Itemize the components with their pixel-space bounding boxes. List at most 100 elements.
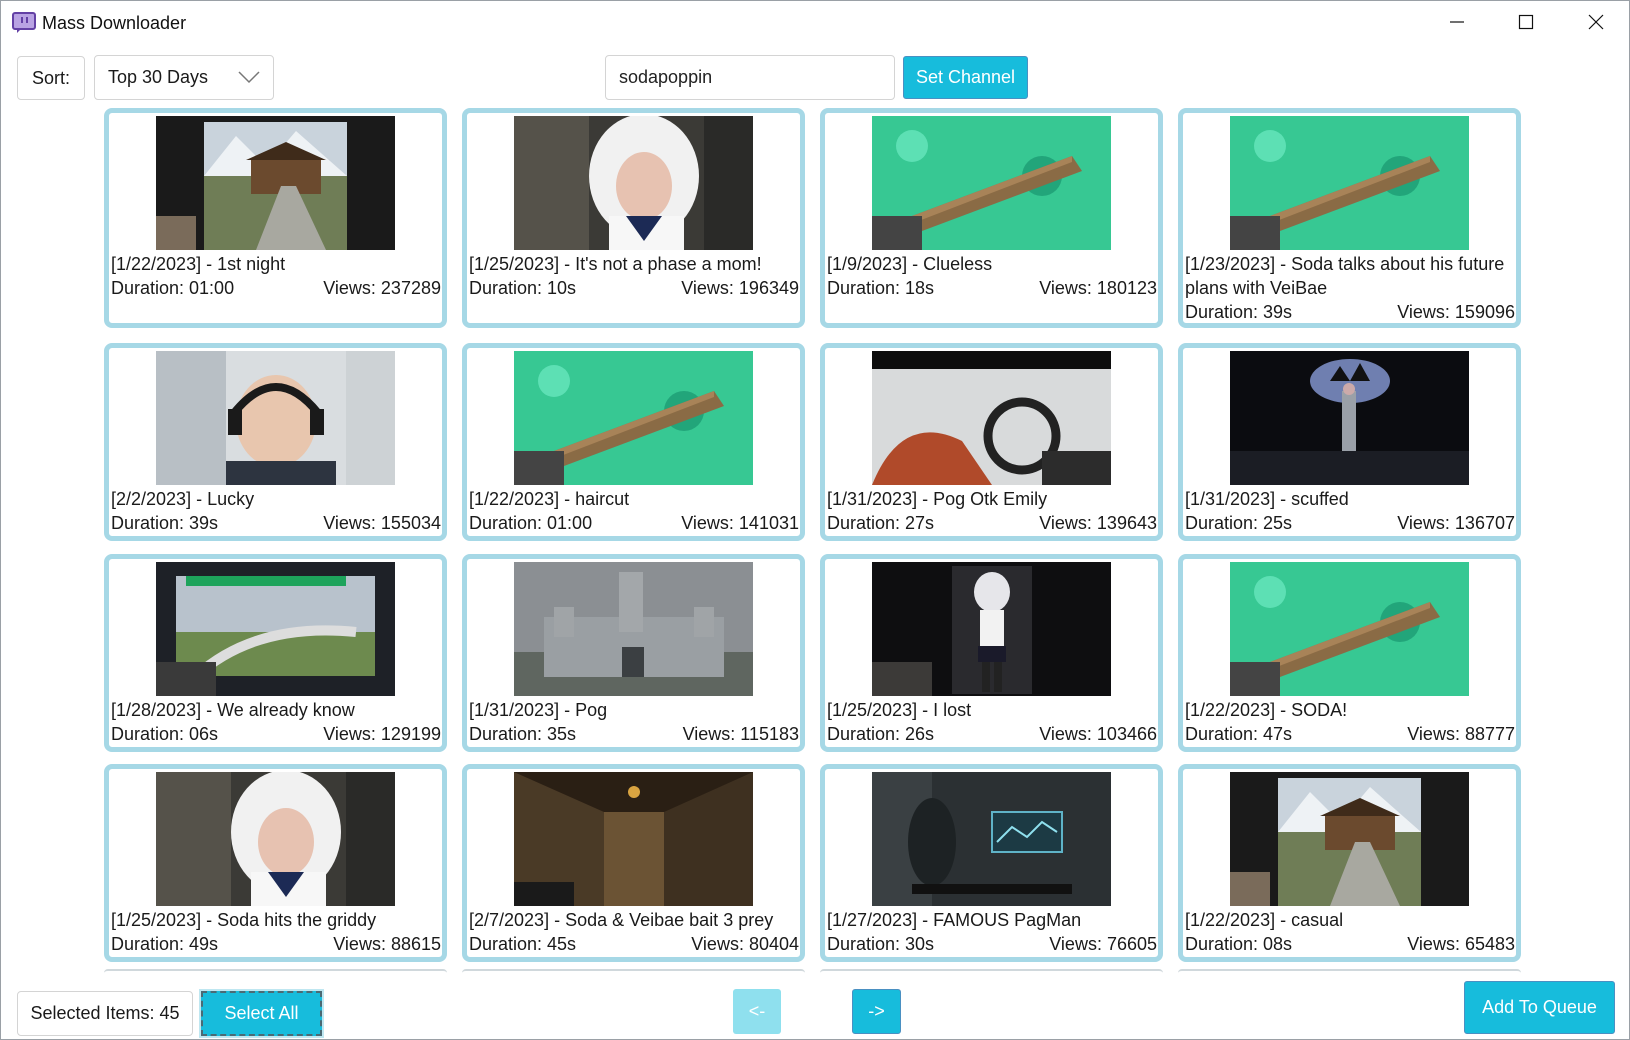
clip-views: Views: 129199 [323,724,441,744]
clip-thumbnail [1230,351,1469,485]
clip-card-partial [1178,969,1521,973]
clip-title: [2/7/2023] - Soda & Veibae bait 3 prey [469,910,774,930]
clip-thumbnail [514,116,753,250]
clip-duration: Duration: 06s [111,724,219,744]
clip-meta: Duration: 47s Views: 88777 [1185,722,1515,746]
clip-duration: Duration: 47s [1185,724,1293,744]
clip-duration: Duration: 26s [827,724,935,744]
clip-title: [1/9/2023] - Clueless [827,254,993,274]
clip-card[interactable]: [2/7/2023] - Soda & Veibae bait 3 prey Du… [462,764,805,962]
clip-card[interactable]: [1/28/2023] - We already know Duration: 0… [104,554,447,752]
clip-thumbnail [514,562,753,696]
clip-thumbnail [872,116,1111,250]
clip-card-partial [820,969,1163,973]
clip-card[interactable]: [1/31/2023] - scuffed Duration: 25s Views:… [1178,343,1521,541]
clip-title: [1/25/2023] - Soda hits the griddy [111,910,377,930]
clip-duration: Duration: 08s [1185,934,1293,954]
clip-views: Views: 88777 [1407,724,1515,744]
clip-duration: Duration: 10s [469,278,577,298]
clip-grid: [1/22/2023] - 1st night Duration: 01:00 Vi… [1,1,1630,1040]
clip-card[interactable]: [1/27/2023] - FAMOUS PagMan Duration: 30s… [820,764,1163,962]
clip-duration: Duration: 39s [1185,302,1293,322]
clip-card[interactable]: [1/25/2023] - It's not a phase a mom! Dur… [462,108,805,328]
clip-meta: Duration: 49s Views: 88615 [111,932,441,956]
clip-title: [1/31/2023] - scuffed [1185,489,1349,509]
clip-meta: Duration: 10s Views: 196349 [469,276,799,300]
add-to-queue-button[interactable]: Add To Queue [1464,981,1615,1034]
clip-card[interactable]: [1/22/2023] - 1st night Duration: 01:00 Vi… [104,108,447,328]
clip-thumbnail [872,562,1111,696]
clip-card[interactable]: [1/22/2023] - SODA! Duration: 47s Views: 8… [1178,554,1521,752]
clip-views: Views: 196349 [681,278,799,298]
clip-views: Views: 180123 [1039,278,1157,298]
clip-duration: Duration: 25s [1185,513,1293,533]
next-page-button[interactable]: -> [852,989,901,1034]
clip-duration: Duration: 27s [827,513,935,533]
clip-card[interactable]: [1/9/2023] - Clueless Duration: 18s Views:… [820,108,1163,328]
clip-views: Views: 76605 [1049,934,1157,954]
clip-meta: Duration: 39s Views: 155034 [111,511,441,535]
clip-views: Views: 80404 [691,934,799,954]
clip-title: [1/31/2023] - Pog Otk Emily [827,489,1048,509]
clip-card[interactable]: [1/31/2023] - Pog Duration: 35s Views: 115… [462,554,805,752]
clip-views: Views: 136707 [1397,513,1515,533]
clip-title: [1/25/2023] - It's not a phase a mom! [469,254,762,274]
selected-items-count: Selected Items: 45 [17,991,193,1036]
clip-meta: Duration: 35s Views: 115183 [469,722,799,746]
clip-duration: Duration: 45s [469,934,577,954]
clip-card[interactable]: [2/2/2023] - Lucky Duration: 39s Views: 15… [104,343,447,541]
clip-views: Views: 103466 [1039,724,1157,744]
clip-views: Views: 155034 [323,513,441,533]
clip-meta: Duration: 30s Views: 76605 [827,932,1157,956]
clip-meta: Duration: 08s Views: 65483 [1185,932,1515,956]
clip-meta: Duration: 01:00 Views: 141031 [469,511,799,535]
clip-thumbnail [156,562,395,696]
clip-duration: Duration: 01:00 [469,513,593,533]
clip-card[interactable]: [1/22/2023] - haircut Duration: 01:00 View… [462,343,805,541]
select-all-button[interactable]: Select All [199,989,324,1038]
clip-meta: Duration: 25s Views: 136707 [1185,511,1515,535]
clip-duration: Duration: 35s [469,724,577,744]
clip-meta: Duration: 27s Views: 139643 [827,511,1157,535]
clip-duration: Duration: 30s [827,934,935,954]
clip-card-partial [462,969,805,973]
clip-thumbnail [514,772,753,906]
clip-title: [2/2/2023] - Lucky [111,489,255,509]
clip-title: [1/28/2023] - We already know [111,700,355,720]
clip-title: [1/27/2023] - FAMOUS PagMan [827,910,1082,930]
clip-views: Views: 159096 [1397,302,1515,322]
clip-thumbnail [156,772,395,906]
clip-card[interactable]: [1/31/2023] - Pog Otk Emily Duration: 27s… [820,343,1163,541]
clip-card-partial [104,969,447,973]
clip-card[interactable]: [1/25/2023] - I lost Duration: 26s Views: … [820,554,1163,752]
clip-duration: Duration: 49s [111,934,219,954]
clip-card[interactable]: [1/23/2023] - Soda talks about his futur… [1178,108,1521,328]
clip-title: [1/31/2023] - Pog [469,700,608,720]
clip-meta: Duration: 18s Views: 180123 [827,276,1157,300]
clip-views: Views: 237289 [323,278,441,298]
previous-page-button[interactable]: <- [733,989,781,1034]
clip-title: [1/22/2023] - 1st night [111,254,286,274]
clip-meta: Duration: 06s Views: 129199 [111,722,441,746]
clip-thumbnail [156,116,395,250]
clip-views: Views: 65483 [1407,934,1515,954]
clip-title: [1/22/2023] - casual [1185,910,1344,930]
clip-meta: Duration: 39s Views: 159096 [1185,300,1515,324]
clip-views: Views: 88615 [333,934,441,954]
clip-title: [1/23/2023] - Soda talks about his futur… [1185,254,1505,298]
clip-views: Views: 141031 [681,513,799,533]
clip-meta: Duration: 01:00 Views: 237289 [111,276,441,300]
app-window: Mass Downloader Sort: Top 30 Days sodapo… [0,0,1630,1040]
clip-thumbnail [1230,772,1469,906]
clip-thumbnail [514,351,753,485]
clip-card[interactable]: [1/22/2023] - casual Duration: 08s Views: … [1178,764,1521,962]
clip-duration: Duration: 39s [111,513,219,533]
clip-meta: Duration: 45s Views: 80404 [469,932,799,956]
clip-title: [1/22/2023] - SODA! [1185,700,1348,720]
clip-views: Views: 139643 [1039,513,1157,533]
clip-meta: Duration: 26s Views: 103466 [827,722,1157,746]
clip-thumbnail [872,351,1111,485]
clip-title: [1/22/2023] - haircut [469,489,630,509]
clip-card[interactable]: [1/25/2023] - Soda hits the griddy Durati… [104,764,447,962]
clip-duration: Duration: 18s [827,278,935,298]
